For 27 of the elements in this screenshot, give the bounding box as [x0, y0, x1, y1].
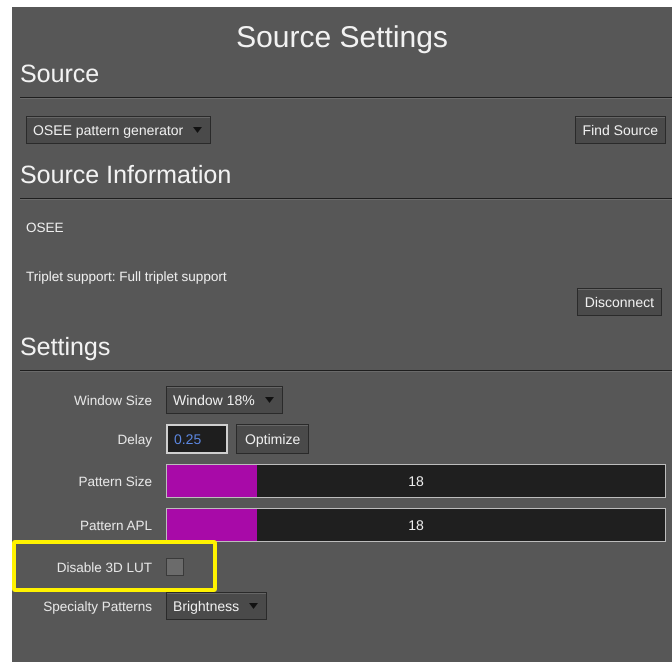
find-source-button[interactable]: Find Source	[574, 116, 666, 144]
dropdown[interactable]: Brightness	[166, 592, 268, 620]
input-field[interactable]: 0.25	[166, 424, 228, 454]
slider-value: 18	[408, 473, 424, 489]
caret-icon	[193, 127, 202, 133]
source-dropdown[interactable]: OSEE pattern generator	[26, 116, 212, 144]
setting-label: Delay	[116, 432, 152, 446]
dropdown[interactable]: Window 18%	[166, 386, 283, 414]
setting-label: Pattern Size	[77, 474, 152, 488]
slider[interactable]: 18	[166, 464, 666, 498]
slider-value: 18	[408, 517, 424, 533]
section-heading: Source Information	[20, 160, 232, 190]
setting-label: Pattern APL	[78, 518, 152, 532]
disconnect-button[interactable]: Disconnect	[576, 288, 662, 316]
window-title: Source Settings	[235, 20, 449, 55]
setting-label: Window Size	[72, 392, 152, 408]
section-heading: Source	[20, 59, 100, 89]
caret-icon	[249, 603, 258, 609]
caret-icon	[264, 397, 274, 403]
info-text: Triplet support: Full triplet support	[25, 269, 228, 284]
slider[interactable]: 18	[166, 508, 666, 542]
setting-label: Disable 3D LUT	[56, 560, 152, 574]
optimize-button[interactable]: Optimize	[236, 424, 310, 454]
section-heading: Settings	[20, 332, 112, 362]
info-text: OSEE	[25, 220, 65, 235]
checkbox[interactable]	[166, 558, 184, 576]
setting-label: Specialty Patterns	[42, 598, 152, 614]
